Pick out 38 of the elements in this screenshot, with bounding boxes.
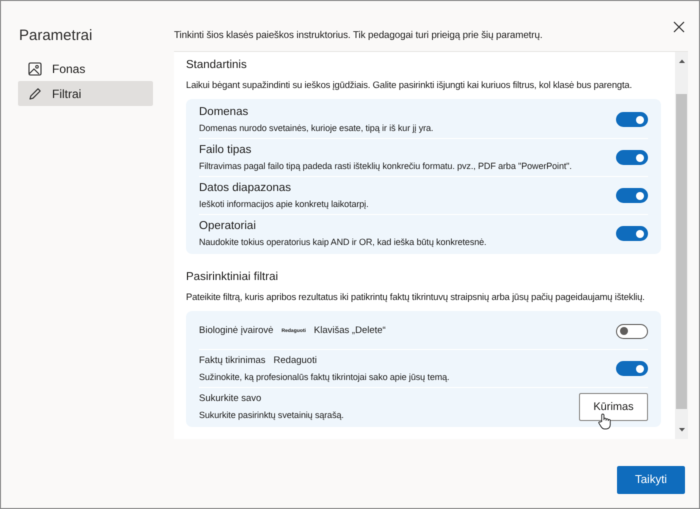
toggle-switch[interactable]	[616, 226, 648, 241]
hand-cursor-icon	[598, 412, 611, 430]
filter-name: Operatoriai	[199, 219, 256, 233]
filter-name: Sukurkite savo	[199, 392, 262, 406]
toggle-switch[interactable]	[616, 188, 648, 203]
section-title: Pasirinktiniai filtrai	[186, 270, 280, 284]
apply-button[interactable]: Taikyti	[617, 466, 685, 494]
section-description: Pateikite filtrą, kuris apribos rezultatus iki patikrintų faktų tikrintuvų straipsnių arba jūsų pačių pageidaujamų išteklių.	[186, 290, 646, 303]
filter-description: Filtravimas pagal failo tipą padeda rasti išteklių konkrečiu formatu. pvz., PDF arba "PowerPoint".	[199, 160, 572, 172]
filter-description: Sužinokite, ką profesionalūs faktų tikrintojai sako apie jūsų temą.	[199, 371, 450, 383]
toggle-switch[interactable]	[616, 361, 648, 376]
filter-name: Faktų tikrinimas	[199, 354, 266, 368]
filter-name: Failo tipas	[199, 143, 252, 157]
filter-name: Datos diapazonas	[199, 181, 292, 195]
filter-name: Domenas	[199, 105, 248, 119]
toggle-switch[interactable]	[616, 150, 648, 165]
pencil-icon	[28, 86, 42, 100]
scroll-up-icon[interactable]	[678, 58, 686, 64]
filter-tag: Redaguoti	[274, 354, 317, 368]
sidebar-title: Parametrai	[19, 27, 94, 44]
filter-tag: Klavišas „Delete“	[314, 324, 386, 338]
sidebar-item[interactable]: Fonas	[18, 56, 153, 81]
image-icon	[28, 62, 42, 76]
scrollbar[interactable]	[675, 52, 688, 439]
toggle-switch[interactable]	[616, 112, 648, 127]
intro-text: Tinkinti šios klasės paieškos instruktorius. Tik pedagogai turi prieigą prie šių parametrų.	[174, 30, 542, 41]
close-icon[interactable]	[673, 21, 685, 33]
create-button[interactable]: Kūrimas	[579, 392, 648, 420]
filter-description: Naudokite tokius operatorius kaip AND ir OR, kad ieška būtų konkretesnė.	[199, 236, 486, 248]
filter-description: Domenas nurodo svetainės, kurioje esate, tipą ir iš kur jį yra.	[199, 122, 434, 134]
toggle-switch[interactable]	[616, 324, 648, 338]
section-title: Standartinis	[186, 58, 248, 72]
scroll-down-icon[interactable]	[678, 427, 686, 433]
filter-name: Biologinė įvairovė	[199, 324, 274, 338]
section-description: Laikui bėgant supažindinti su ieškos įgūdžiais. Galite pasirinkti išjungti kai kuriuos filtrus, kol klasė bus parengta.	[186, 78, 633, 91]
filter-description: Ieškoti informacijos apie konkretų laikotarpį.	[199, 198, 368, 210]
sidebar-item[interactable]: Filtrai	[18, 81, 153, 106]
filter-description: Sukurkite pasirinktų svetainių sąrašą.	[199, 409, 344, 421]
